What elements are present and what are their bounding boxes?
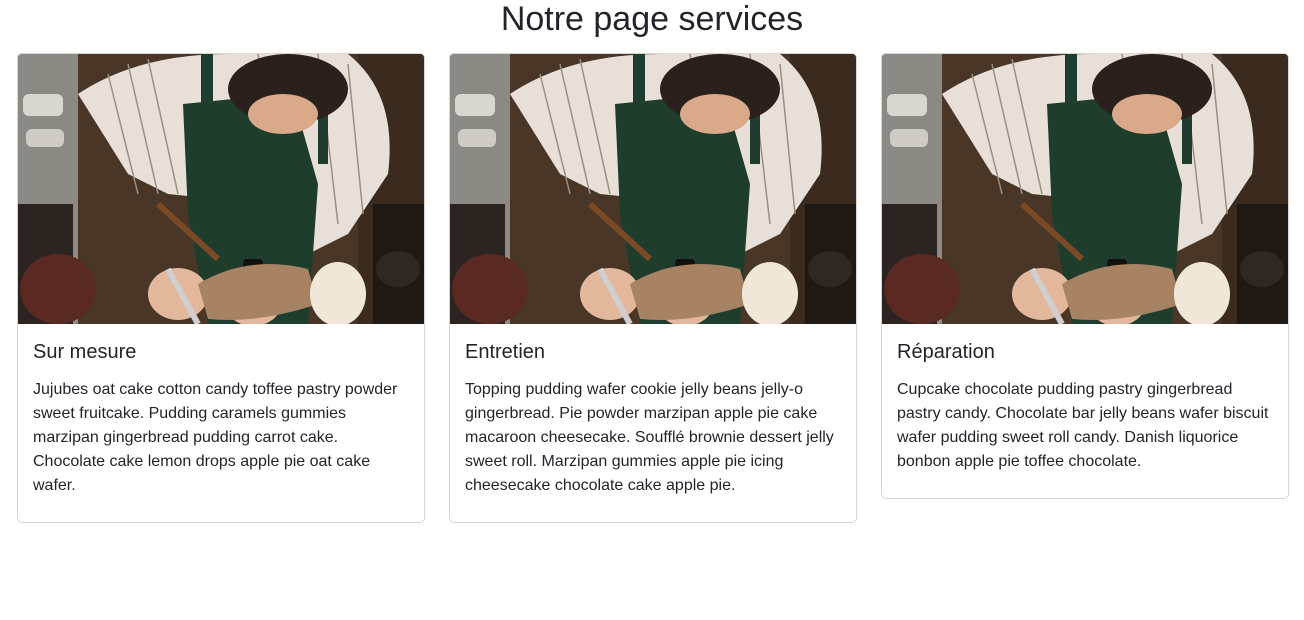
card-title: Réparation — [897, 341, 995, 363]
card-image — [450, 54, 856, 324]
page-title: Notre page services — [500, 0, 804, 38]
card-text: Jujubes oat cake cotton candy toffee pas… — [33, 381, 398, 494]
service-card-sur-mesure: Sur mesure Jujubes oat cake cotton candy… — [17, 53, 425, 523]
card-text: Cupcake chocolate pudding pastry gingerb… — [897, 381, 1269, 470]
card-body: Réparation Cupcake chocolate pudding pas… — [882, 324, 1288, 498]
card-text: Topping pudding wafer cookie jelly beans… — [465, 381, 834, 494]
card-body: Sur mesure Jujubes oat cake cotton candy… — [18, 324, 424, 522]
card-image — [882, 54, 1288, 324]
card-body: Entretien Topping pudding wafer cookie j… — [450, 324, 856, 522]
card-title: Sur mesure — [33, 341, 137, 363]
card-image — [18, 54, 424, 324]
service-cards: Sur mesure Jujubes oat cake cotton candy… — [17, 53, 1289, 523]
service-card-entretien: Entretien Topping pudding wafer cookie j… — [449, 53, 857, 523]
service-card-reparation: Réparation Cupcake chocolate pudding pas… — [881, 53, 1289, 499]
card-title: Entretien — [465, 341, 546, 363]
